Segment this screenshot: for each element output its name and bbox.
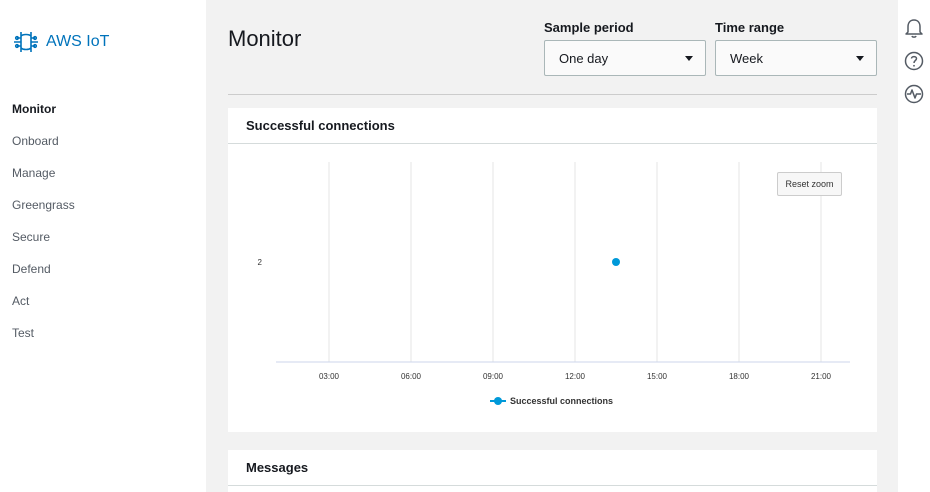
sidebar-item-secure[interactable]: Secure xyxy=(12,229,75,261)
time-range-value: Week xyxy=(730,51,763,66)
legend-marker xyxy=(494,397,502,405)
header-divider xyxy=(228,94,877,95)
sidebar-item-act[interactable]: Act xyxy=(12,293,75,325)
sidebar-item-test[interactable]: Test xyxy=(12,325,75,357)
sample-period-label: Sample period xyxy=(544,20,634,35)
sidebar-item-manage[interactable]: Manage xyxy=(12,165,75,197)
connections-card-title: Successful connections xyxy=(228,108,877,144)
x-tick-label: 12:00 xyxy=(565,372,586,381)
y-tick-label: 2 xyxy=(258,258,263,267)
activity-icon[interactable] xyxy=(903,83,925,105)
x-tick-label: 18:00 xyxy=(729,372,750,381)
sidebar-item-defend[interactable]: Defend xyxy=(12,261,75,293)
time-range-select[interactable]: Week xyxy=(715,40,877,76)
iot-logo-icon xyxy=(14,32,38,52)
sidebar-nav: Monitor Onboard Manage Greengrass Secure Defe… xyxy=(12,101,75,357)
sample-period-select[interactable]: One day xyxy=(544,40,706,76)
x-tick-label: 03:00 xyxy=(319,372,340,381)
x-tick-label: 15:00 xyxy=(647,372,668,381)
right-rail xyxy=(898,0,930,492)
sidebar: AWS IoT Monitor Onboard Manage Greengrass Se… xyxy=(0,0,206,492)
chevron-down-icon xyxy=(856,56,864,61)
messages-card-title: Messages xyxy=(228,450,877,486)
app-logo[interactable]: AWS IoT xyxy=(12,28,109,56)
bell-icon[interactable] xyxy=(903,17,925,39)
app-name: AWS IoT xyxy=(46,33,110,50)
x-tick-label: 06:00 xyxy=(401,372,422,381)
x-tick-label: 21:00 xyxy=(811,372,832,381)
help-icon[interactable] xyxy=(903,50,925,72)
sidebar-item-greengrass[interactable]: Greengrass xyxy=(12,197,75,229)
time-range-label: Time range xyxy=(715,20,785,35)
x-tick-label: 09:00 xyxy=(483,372,504,381)
page-title: Monitor xyxy=(228,26,302,51)
chart-area: 03:00 06:00 09:00 12:00 15:00 18:00 21:00 2 Succ… xyxy=(228,144,877,432)
sidebar-item-monitor[interactable]: Monitor xyxy=(12,101,75,133)
data-point xyxy=(612,258,620,266)
messages-card: Messages xyxy=(228,450,877,492)
sidebar-item-onboard[interactable]: Onboard xyxy=(12,133,75,165)
connections-card: Successful connections 03:00 06:00 09:00 12… xyxy=(228,108,877,432)
main-content: Monitor Sample period One day Time range… xyxy=(206,0,898,492)
legend-label: Successful connections xyxy=(510,396,613,406)
reset-zoom-button[interactable]: Reset zoom xyxy=(777,172,842,196)
chevron-down-icon xyxy=(685,56,693,61)
sample-period-value: One day xyxy=(559,51,609,66)
